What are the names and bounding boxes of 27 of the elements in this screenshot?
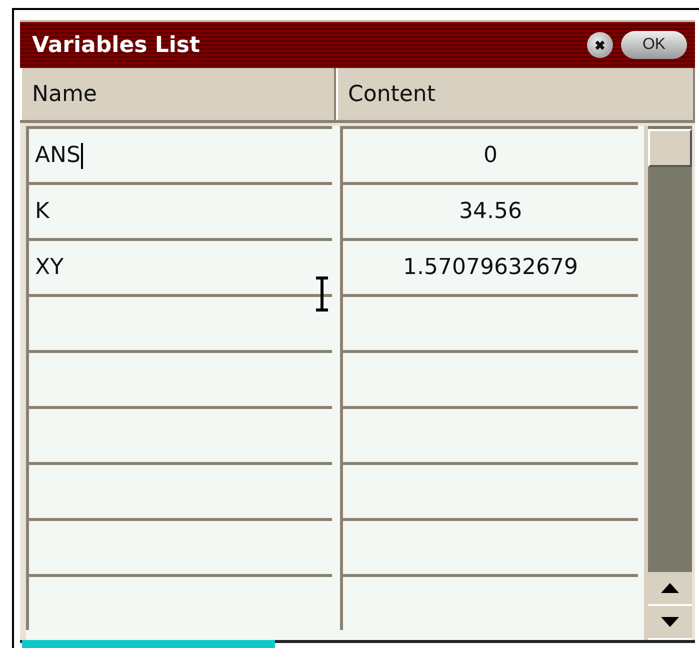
name-field[interactable] — [26, 294, 332, 350]
down-arrow-icon — [660, 616, 680, 628]
name-field[interactable] — [26, 350, 332, 406]
scroll-up-button[interactable] — [648, 572, 692, 606]
name-field[interactable] — [26, 518, 332, 574]
up-arrow-icon — [660, 582, 680, 594]
scrollbar[interactable] — [644, 126, 692, 640]
content-field[interactable] — [340, 406, 638, 462]
content-field[interactable] — [340, 462, 638, 518]
ok-button[interactable]: OK — [621, 31, 687, 59]
name-field[interactable]: ANS — [26, 126, 332, 182]
content-field[interactable]: 1.57079632679 — [340, 238, 638, 294]
scroll-down-button[interactable] — [648, 606, 692, 640]
content-field[interactable] — [340, 350, 638, 406]
name-field[interactable]: K — [26, 182, 332, 238]
column-header[interactable]: Name — [20, 68, 336, 120]
window-title: Variables List — [32, 32, 202, 58]
content-field[interactable] — [340, 518, 638, 574]
scroll-thumb[interactable] — [648, 129, 692, 167]
close-button[interactable]: ✖ — [587, 32, 613, 58]
name-field[interactable]: XY — [26, 238, 332, 294]
column-header[interactable]: Content — [336, 68, 695, 120]
name-field[interactable] — [26, 406, 332, 462]
content-field[interactable]: 0 — [340, 126, 638, 182]
name-field[interactable] — [26, 462, 332, 518]
content-field[interactable] — [340, 294, 638, 350]
content-field[interactable]: 34.56 — [340, 182, 638, 238]
